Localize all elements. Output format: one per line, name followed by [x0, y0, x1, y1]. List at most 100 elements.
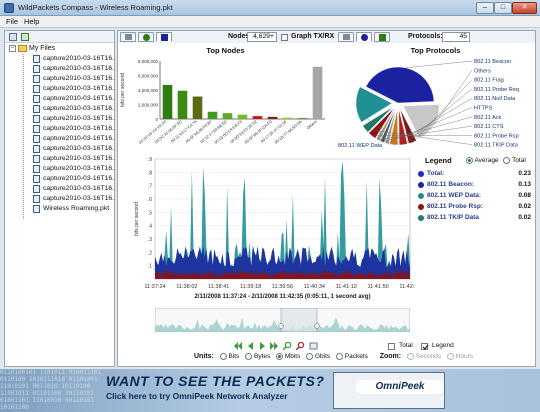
bar[interactable] — [237, 114, 248, 119]
nodes-table-tab[interactable] — [120, 32, 136, 42]
legend-title: Legend — [425, 156, 452, 165]
average-radio[interactable] — [466, 157, 473, 164]
file-item[interactable]: capture2010-03-16T16.37.4 — [33, 115, 114, 124]
zoom-in-icon[interactable] — [282, 341, 292, 351]
protocols-bar-tab[interactable] — [374, 32, 390, 42]
file-item[interactable]: capture2010-03-16T16.37.0 — [33, 55, 114, 64]
file-item[interactable]: capture2010-03-16T16.38.1 — [33, 165, 114, 174]
bar[interactable] — [207, 111, 218, 119]
legend-row[interactable]: 802.11 Probe Rsp: 0.02 — [418, 202, 535, 212]
selection-start-handle[interactable] — [278, 323, 284, 329]
ad-banner[interactable]: 0110100101 1101011 010011101 0110100 101… — [0, 369, 540, 412]
total-radio[interactable] — [503, 157, 511, 164]
units-gbits-radio[interactable] — [306, 353, 314, 360]
bar[interactable] — [222, 113, 233, 119]
next-button[interactable] — [258, 342, 267, 350]
y-tick-label: 8,000,000 — [138, 59, 159, 64]
reset-zoom-icon[interactable] — [309, 342, 318, 350]
legend-checkbox[interactable] — [421, 343, 429, 350]
average-label: Average — [474, 157, 499, 165]
refresh-icon[interactable] — [21, 33, 29, 41]
file-icon — [33, 115, 40, 123]
file-item[interactable]: capture2010-03-16T16.37.3 — [33, 95, 114, 104]
last-page-button[interactable] — [270, 342, 279, 350]
file-name: capture2010-03-16T16.38.1 — [43, 155, 115, 162]
overview-selection[interactable] — [280, 308, 318, 332]
file-item[interactable]: capture2010-03-16T16.37.1 — [33, 65, 114, 74]
legend-row[interactable]: 802.11 Beacon: 0.13 — [418, 180, 535, 190]
total-radio-label: Total — [512, 157, 526, 165]
legend-color-dot — [418, 182, 424, 188]
protocols-table-tab[interactable] — [338, 32, 354, 42]
zoom-out-icon[interactable] — [295, 341, 305, 351]
legend-series-value: 0.02 — [518, 203, 531, 210]
units-bits-radio[interactable] — [219, 353, 227, 360]
maximize-button[interactable]: □ — [494, 2, 512, 14]
legend-series-value: 0.13 — [518, 181, 531, 188]
units-packets-label: Packets — [344, 353, 368, 361]
total-checkbox[interactable] — [388, 343, 395, 350]
file-name: capture2010-03-16T16.37.2 — [43, 85, 115, 92]
pie-label: 802.11 Ack — [474, 115, 501, 121]
bar[interactable] — [312, 66, 323, 119]
x-tick-label: 00:1B:77:4A:5D:0A — [273, 119, 303, 145]
file-item[interactable]: capture2010-03-16T16.38.3 — [33, 195, 115, 204]
zoom-label: Zoom: — [379, 353, 402, 361]
open-file-icon[interactable] — [9, 33, 17, 41]
file-item[interactable]: capture2010-03-16T16.37.2 — [33, 85, 115, 94]
file-icon — [33, 125, 40, 133]
nodes-pie-tab[interactable] — [138, 32, 154, 42]
menu-bar: File Help — [0, 16, 540, 28]
tree-root-my-files[interactable]: − My Files — [9, 45, 55, 54]
legend-row[interactable]: 802.11 WEP Data: 0.08 — [418, 191, 535, 201]
nodes-bar-tab[interactable] — [156, 32, 172, 42]
selection-end-handle[interactable] — [314, 323, 320, 329]
first-page-button[interactable] — [234, 342, 243, 350]
file-item[interactable]: capture2010-03-16T16.38.2 — [33, 175, 114, 184]
units-bytes-radio[interactable] — [245, 353, 253, 360]
legend-row[interactable]: 802.11 TKIP Data 0.02 — [418, 213, 535, 223]
y-tick-label: .9 — [148, 157, 152, 163]
total-checkbox-label: Total — [399, 342, 413, 349]
pie-label: 802.11 Frag — [474, 78, 504, 84]
x-tick-label: 11:39:56 — [272, 284, 293, 290]
file-item[interactable]: Wireless Roaming.pkt — [33, 205, 109, 214]
y-tick-label: 6,000,000 — [138, 74, 159, 79]
units-label: Units: — [194, 353, 214, 361]
file-name: capture2010-03-16T16.38.0 — [43, 135, 115, 142]
x-tick-label: 11:39:18 — [240, 284, 261, 290]
legend-color-dot — [418, 215, 424, 221]
file-item[interactable]: capture2010-03-16T16.38.3 — [33, 185, 115, 194]
close-button[interactable]: ✕ — [512, 2, 537, 14]
minimize-button[interactable]: – — [476, 2, 494, 14]
collapse-icon[interactable]: − — [9, 45, 16, 52]
graph-txrx-checkbox[interactable] — [281, 34, 288, 41]
protocols-pie-tab[interactable] — [356, 32, 372, 42]
menu-file[interactable]: File — [6, 17, 18, 26]
banner-subtext[interactable]: Click here to try OmniPeek Network Analy… — [106, 391, 288, 401]
previous-button[interactable] — [246, 342, 255, 350]
file-name: capture2010-03-16T16.38.3 — [43, 185, 115, 192]
app-icon — [4, 3, 14, 13]
bar[interactable] — [192, 96, 203, 119]
legend-row[interactable]: Total: 0.23 — [418, 169, 535, 179]
units-mbits-radio[interactable] — [276, 353, 284, 360]
file-name: capture2010-03-16T16.38.3 — [43, 195, 115, 202]
overview-timeline[interactable] — [155, 308, 410, 332]
file-item[interactable]: capture2010-03-16T16.38.0 — [33, 145, 115, 154]
menu-help[interactable]: Help — [24, 17, 39, 26]
time-range-caption: 2/11/2008 11:37:24 - 2/11/2008 11:42:35 … — [194, 294, 370, 300]
y-tick-label: .3 — [148, 237, 152, 243]
bar[interactable] — [177, 90, 188, 119]
file-item[interactable]: capture2010-03-16T16.37.1 — [33, 75, 114, 84]
units-packets-radio[interactable] — [335, 353, 343, 360]
file-item[interactable]: capture2010-03-16T16.38.0 — [33, 135, 115, 144]
y-tick-label: .1 — [148, 264, 152, 270]
bar[interactable] — [162, 84, 173, 119]
file-item[interactable]: capture2010-03-16T16.37.5 — [33, 125, 114, 134]
file-item[interactable]: capture2010-03-16T16.38.1 — [33, 155, 115, 164]
omnipeek-banner[interactable]: 0110100101 1101011 010011101 0110100 101… — [0, 369, 540, 412]
file-item[interactable]: capture2010-03-16T16.37.4 — [33, 105, 114, 114]
file-browser-toolbar — [5, 31, 114, 43]
file-name: capture2010-03-16T16.38.0 — [43, 145, 115, 152]
